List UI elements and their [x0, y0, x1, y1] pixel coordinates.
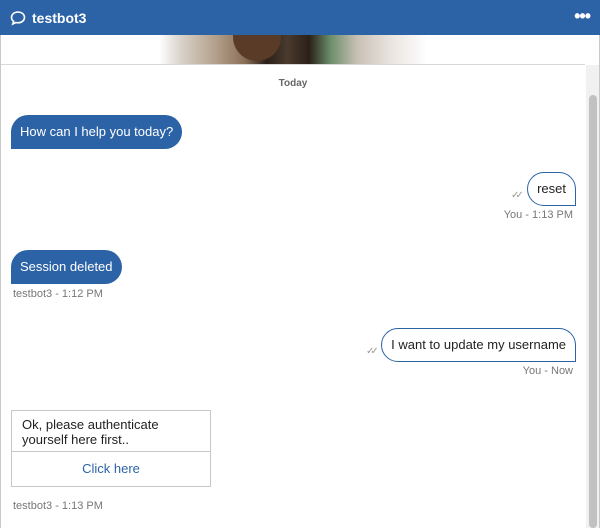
- user-message-bubble: I want to update my username: [381, 328, 576, 362]
- user-message-meta: You - 1:13 PM: [503, 209, 573, 221]
- scrollbar-thumb[interactable]: [589, 95, 597, 528]
- auth-card-text: Ok, please authenticate yourself here fi…: [12, 411, 210, 452]
- double-check-icon: ✓✓: [511, 190, 524, 201]
- bot-message-meta: testbot3 - 1:13 PM: [13, 500, 103, 512]
- bot-message-bubble: How can I help you today?: [11, 115, 183, 149]
- click-here-button[interactable]: Click here: [12, 452, 210, 487]
- bot-message-bubble: Session deleted: [11, 250, 122, 284]
- bot-message-meta: testbot3 - 1:12 PM: [13, 288, 103, 300]
- bot-name-title: testbot3: [32, 9, 87, 26]
- more-options-icon[interactable]: •••: [574, 7, 591, 29]
- header-banner-image: [1, 35, 585, 65]
- user-message-bubble: reset: [527, 172, 576, 206]
- user-message-meta: You - Now: [522, 365, 573, 377]
- date-separator: Today: [278, 78, 308, 89]
- auth-card: Ok, please authenticate yourself here fi…: [11, 410, 211, 487]
- double-check-icon: ✓✓: [366, 346, 379, 357]
- chat-header: testbot3 •••: [0, 0, 600, 35]
- banner-photo: [159, 35, 427, 64]
- chat-bubble-icon: [10, 10, 26, 26]
